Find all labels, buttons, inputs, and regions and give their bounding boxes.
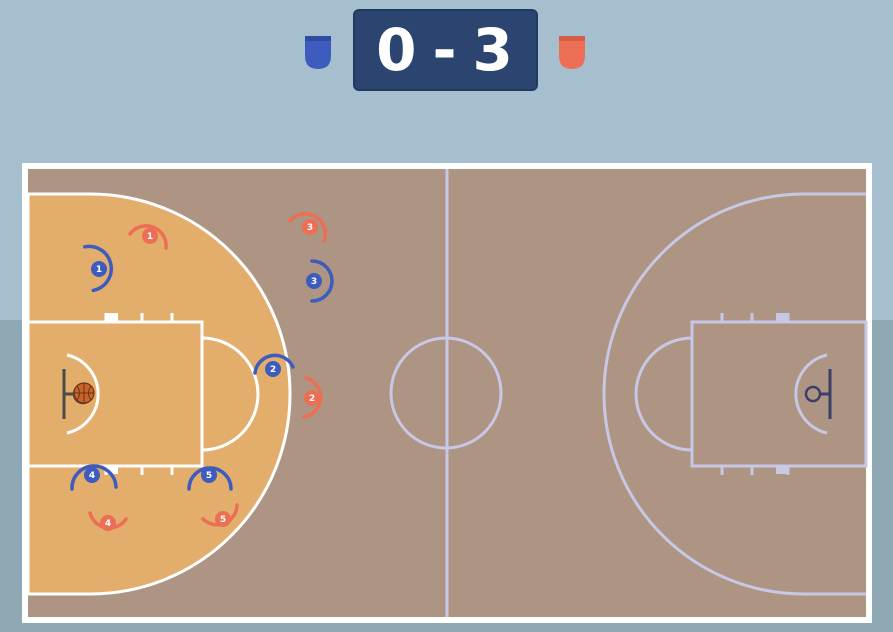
- blue-player-5-label: 5: [206, 471, 212, 481]
- right-block-top: [776, 313, 788, 321]
- red-player-5-label: 5: [220, 515, 226, 525]
- blue-player-4-label: 4: [89, 471, 95, 481]
- red-player-4-label: 4: [105, 519, 111, 529]
- right-block-bottom: [776, 466, 788, 474]
- scoreboard: 0 - 3: [353, 9, 538, 91]
- blue-player-2-label: 2: [270, 365, 276, 375]
- away-team-shield-icon: [559, 36, 585, 69]
- score-separator: -: [432, 16, 459, 84]
- home-score: 0: [376, 16, 419, 84]
- blue-player-1-label: 1: [96, 265, 102, 275]
- basketball-court: 1 2 3 4 5 1 2 3 4 5: [22, 163, 872, 623]
- left-block-top: [106, 313, 118, 321]
- red-player-3-label: 3: [307, 223, 313, 233]
- away-score: 3: [472, 16, 515, 84]
- blue-player-3-label: 3: [311, 277, 317, 287]
- home-team-shield-icon: [305, 36, 331, 69]
- left-key: [26, 320, 204, 468]
- red-player-1-label: 1: [147, 232, 153, 242]
- red-player-2-label: 2: [309, 394, 315, 404]
- basketball-icon: [73, 382, 95, 404]
- score-display: 0 - 3: [355, 11, 536, 89]
